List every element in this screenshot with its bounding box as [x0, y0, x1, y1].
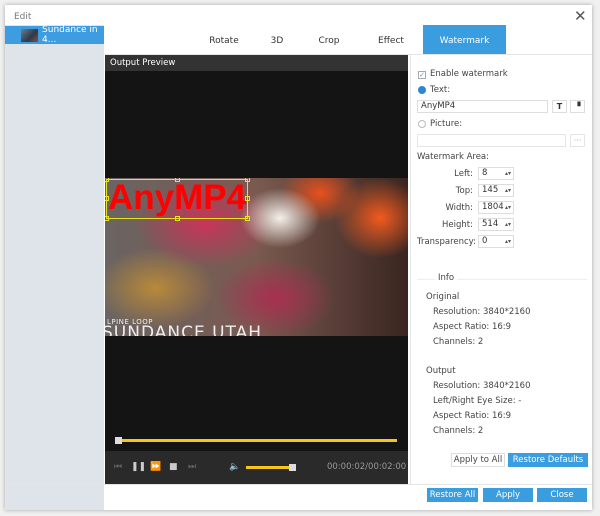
fast-forward-icon[interactable]: ⏩ — [150, 462, 161, 472]
resize-handle[interactable] — [105, 178, 109, 182]
tab-watermark[interactable]: Watermark — [423, 25, 506, 54]
output-eye-size: Left/Right Eye Size: - — [433, 396, 522, 406]
sidebar-item-file[interactable]: Sundance in 4... — [5, 25, 104, 45]
apply-to-all-button[interactable]: Apply to All — [451, 453, 505, 467]
restore-defaults-button[interactable]: Restore Defaults — [508, 453, 588, 467]
close-icon[interactable]: ✕ — [574, 7, 587, 25]
window-title: Edit — [14, 12, 32, 22]
output-aspect-ratio: Aspect Ratio: 16:9 — [433, 411, 512, 421]
transparency-stepper[interactable]: 0 ▴▾ — [478, 235, 514, 248]
output-preview: Output Preview LPINE LOOP SUNDANCE UTAH … — [105, 55, 408, 484]
tab-rotate[interactable]: Rotate — [195, 25, 253, 54]
video-thumbnail — [21, 28, 39, 42]
left-value: 8 — [482, 168, 488, 178]
picture-path-input[interactable] — [417, 134, 566, 147]
preview-title: Output Preview — [105, 55, 408, 71]
stop-icon[interactable]: ■ — [169, 462, 178, 472]
picture-label: Picture: — [430, 119, 463, 129]
tab-3d[interactable]: 3D — [260, 25, 294, 54]
enable-watermark-label: Enable watermark — [430, 69, 508, 79]
time-display: 00:00:02/00:02:00 — [327, 462, 407, 472]
original-title: Original — [426, 292, 460, 302]
tab-crop[interactable]: Crop — [307, 25, 351, 54]
browse-button[interactable]: ··· — [570, 134, 585, 147]
original-channels: Channels: 2 — [433, 337, 484, 347]
restore-all-button[interactable]: Restore All — [427, 488, 478, 502]
width-stepper[interactable]: 1804 ▴▾ — [478, 201, 514, 214]
info-title: Info — [435, 273, 458, 283]
transparency-value: 0 — [482, 236, 488, 246]
stepper-arrows-icon[interactable]: ▴▾ — [505, 185, 511, 196]
seek-handle[interactable] — [115, 437, 122, 444]
resize-handle[interactable] — [105, 196, 109, 201]
resize-handle[interactable] — [245, 178, 250, 182]
tab-effect[interactable]: Effect — [367, 25, 415, 54]
original-resolution: Resolution: 3840*2160 — [433, 307, 531, 317]
text-label: Text: — [430, 85, 451, 95]
output-title: Output — [426, 366, 456, 376]
resize-handle[interactable] — [175, 216, 180, 221]
watermark-selection-box[interactable] — [105, 178, 250, 221]
playback-controls: ⏮ ❚❚ ⏩ ■ ⏭ 🔈 00:00:02/00:02:00 — [105, 451, 408, 484]
stepper-arrows-icon[interactable]: ▴▾ — [505, 168, 511, 179]
enable-watermark-checkbox[interactable]: ✓ — [418, 71, 426, 79]
text-radio[interactable] — [418, 86, 426, 94]
font-button[interactable]: T — [552, 100, 567, 113]
watermark-area-label: Watermark Area: — [417, 152, 490, 162]
transparency-label: Transparency: — [417, 237, 476, 247]
output-resolution: Resolution: 3840*2160 — [433, 381, 531, 391]
left-stepper[interactable]: 8 ▴▾ — [478, 167, 514, 180]
height-stepper[interactable]: 514 ▴▾ — [478, 218, 514, 231]
resize-handle[interactable] — [175, 178, 180, 182]
stepper-arrows-icon[interactable]: ▴▾ — [505, 219, 511, 230]
watermark-panel: ✓ Enable watermark Text: AnyMP4 T ▝ Pict… — [410, 55, 592, 484]
height-label: Height: — [442, 220, 473, 230]
pause-icon[interactable]: ❚❚ — [131, 462, 146, 472]
output-channels: Channels: 2 — [433, 426, 484, 436]
volume-handle[interactable] — [289, 464, 296, 471]
picture-radio[interactable] — [418, 120, 426, 128]
left-label: Left: — [454, 169, 473, 179]
resize-handle[interactable] — [105, 216, 109, 221]
top-label: Top: — [455, 186, 473, 196]
file-sidebar: Sundance in 4... — [5, 25, 104, 510]
video-frame: LPINE LOOP SUNDANCE UTAH AnyMP4 — [105, 178, 408, 336]
stepper-arrows-icon[interactable]: ▴▾ — [505, 236, 511, 247]
skip-forward-icon[interactable]: ⏭ — [188, 462, 196, 472]
height-value: 514 — [482, 219, 499, 229]
original-aspect-ratio: Aspect Ratio: 16:9 — [433, 322, 512, 332]
resize-handle[interactable] — [245, 216, 250, 221]
apply-button[interactable]: Apply — [483, 488, 533, 502]
watermark-text-input[interactable]: AnyMP4 — [417, 100, 548, 113]
sidebar-item-label: Sundance in 4... — [42, 25, 98, 45]
text-color-button[interactable]: ▝ — [570, 100, 585, 113]
footer-divider — [5, 484, 592, 485]
top-stepper[interactable]: 145 ▴▾ — [478, 184, 514, 197]
stepper-arrows-icon[interactable]: ▴▾ — [505, 202, 511, 213]
volume-icon[interactable]: 🔈 — [229, 462, 240, 472]
width-value: 1804 — [482, 202, 504, 212]
skip-back-icon[interactable]: ⏮ — [114, 462, 122, 472]
seek-bar[interactable] — [115, 437, 397, 444]
close-button[interactable]: Close — [537, 488, 587, 502]
volume-slider[interactable] — [246, 464, 296, 471]
edit-dialog: Edit ✕ Sundance in 4... Rotate 3D Crop E… — [5, 5, 592, 510]
resize-handle[interactable] — [245, 196, 250, 201]
width-label: Width: — [445, 203, 473, 213]
top-value: 145 — [482, 185, 499, 195]
video-caption-large: SUNDANCE UTAH — [105, 323, 263, 337]
